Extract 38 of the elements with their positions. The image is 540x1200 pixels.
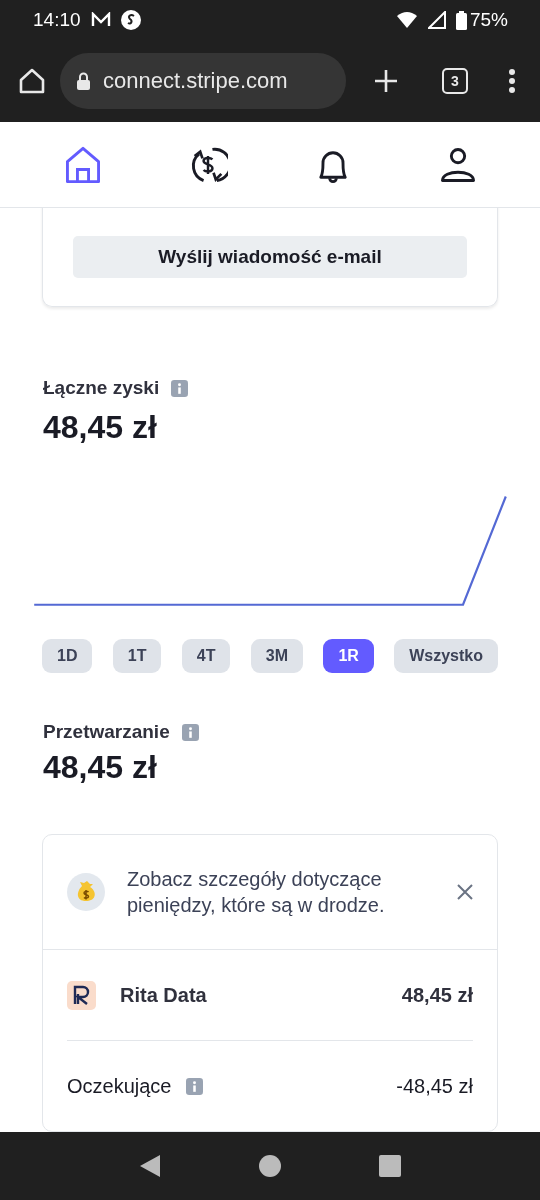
processing-label: Przetwarzanie [43,721,170,743]
money-bag-icon [67,873,105,911]
home-button-icon[interactable] [259,1155,281,1177]
range-tab[interactable]: 3M [250,639,304,673]
range-tab[interactable]: 1T [112,639,162,673]
info-message: Zobacz szczegóły dotyczące pieniędzy, które są w drodze. [127,867,386,918]
app-notification-icon [120,10,141,30]
wifi-icon [395,11,418,29]
mail-icon [90,12,111,28]
battery-level: 75% [469,9,508,31]
range-tab[interactable]: 1D [42,639,93,673]
merchant-amount: 48,45 zł [401,983,473,1007]
merchant-logo-icon [67,980,96,1010]
lock-icon [76,72,91,90]
signal-icon [427,11,446,29]
range-tab[interactable]: 4T [181,639,231,673]
close-icon[interactable] [457,884,473,900]
merchant-name: Rita Data [120,983,208,1007]
address-bar[interactable]: connect.stripe.com [60,53,346,109]
info-icon[interactable] [185,1077,203,1095]
range-tab[interactable]: 1R [323,639,374,673]
info-icon[interactable] [181,723,199,741]
range-tab[interactable]: Wszystko [394,639,498,673]
send-email-button[interactable]: Wyślij wiadomość e-mail [73,236,467,278]
earnings-amount: 48,45 zł [42,409,158,446]
url-text: connect.stripe.com [103,68,288,94]
status-time: 14:10 [33,9,81,31]
processing-amount: 48,45 zł [42,749,158,786]
plus-icon[interactable] [374,69,398,93]
more-icon[interactable] [508,68,516,94]
tab-count-button[interactable]: 3 [442,68,468,94]
home-icon[interactable] [18,67,46,95]
pending-label: Oczekujące [67,1074,172,1098]
info-icon[interactable] [171,379,189,397]
back-icon[interactable] [139,1154,161,1178]
battery-icon [455,10,467,30]
pending-amount: -48,45 zł [396,1074,473,1098]
earnings-label: Łączne zyski [43,377,160,399]
